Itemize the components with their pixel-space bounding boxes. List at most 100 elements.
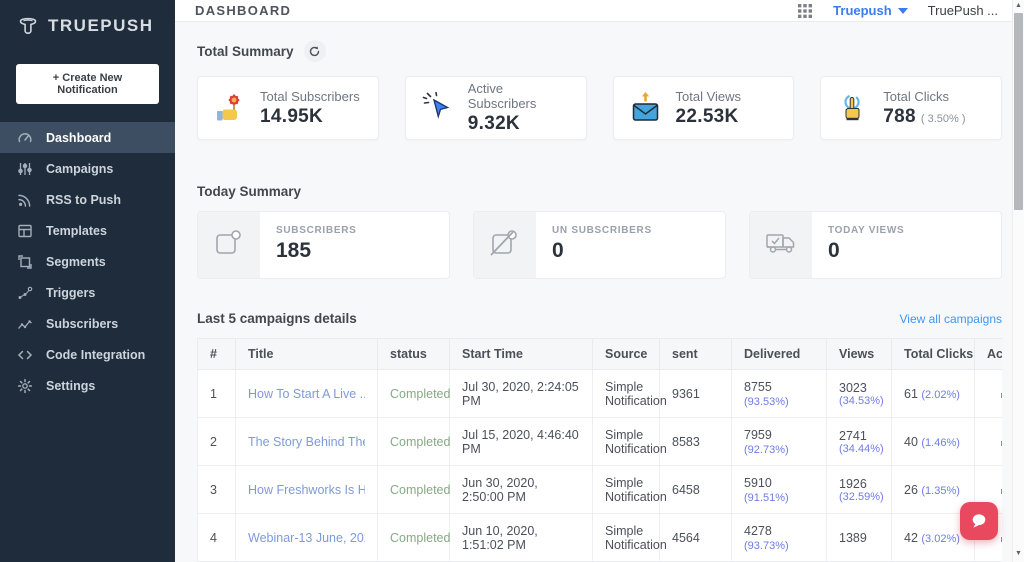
cell-num: 1	[197, 369, 236, 418]
campaign-title-link[interactable]: Webinar-13 June, 202...	[248, 531, 365, 545]
logo: TRUEPUSH	[0, 0, 175, 48]
hand-tap-icon	[837, 92, 869, 124]
subscribers-icon	[17, 316, 33, 332]
unsubscriber-box-icon	[488, 228, 522, 263]
cell-status: Completed	[377, 417, 450, 466]
sliders-icon	[17, 161, 33, 177]
cell-views: 1389	[826, 513, 892, 562]
sidebar-item-templates[interactable]: Templates	[0, 215, 175, 246]
stat-label: Total Views	[675, 88, 742, 104]
cell-num: 3	[197, 465, 236, 514]
today-card-body: UN SUBSCRIBERS 0	[536, 212, 668, 278]
today-card-body: SUBSCRIBERS 185	[260, 212, 373, 278]
stat-value: 14.95K	[260, 105, 324, 127]
code-icon	[17, 347, 33, 363]
cell-title: The Story Behind The...	[235, 417, 378, 466]
cell-start-time: Jul 30, 2020, 2:24:05 PM	[449, 369, 593, 418]
cell-sent: 9361	[659, 369, 732, 418]
scroll-up-icon[interactable]: ▲	[1013, 0, 1024, 12]
table-row: 2 The Story Behind The... CompletedJul 15,…	[197, 417, 1002, 466]
cell-sent: 8583	[659, 417, 732, 466]
sidebar-item-rss-to-push[interactable]: RSS to Push	[0, 184, 175, 215]
view-all-campaigns-link[interactable]: View all campaigns	[900, 312, 1003, 326]
truepush-logo-icon	[16, 14, 40, 38]
column-header: Start Time	[449, 338, 593, 370]
sidebar-item-code-integration[interactable]: Code Integration	[0, 339, 175, 370]
cell-action	[974, 417, 1002, 466]
cell-clicks: 40 (1.46%)	[891, 417, 975, 466]
sidebar-item-subscribers[interactable]: Subscribers	[0, 308, 175, 339]
delivery-truck-icon	[764, 228, 798, 263]
stat-extra: ( 3.50% )	[920, 112, 966, 125]
scrollbar-thumb[interactable]	[1014, 13, 1023, 210]
cell-delivered: 7959 (92.73%)	[731, 417, 827, 466]
account-name[interactable]: TruePush ...	[928, 3, 998, 18]
campaign-title-link[interactable]: How Freshworks Is He...	[248, 483, 365, 497]
column-header: Source	[592, 338, 660, 370]
today-card: TODAY VIEWS 0	[749, 211, 1002, 279]
apps-grid-icon[interactable]	[797, 3, 813, 19]
sidebar-item-label: Subscribers	[46, 316, 119, 331]
delivered-pct: (92.73%)	[744, 443, 789, 456]
stat-value-row: 9.32K	[468, 113, 570, 135]
campaign-stats-icon[interactable]	[1001, 386, 1002, 398]
stat-value-row: 22.53K	[676, 106, 742, 128]
stat-value-row: 14.95K	[260, 106, 360, 128]
sidebar-item-triggers[interactable]: Triggers	[0, 277, 175, 308]
total-summary-cards: Total Subscribers 14.95K Active Subscriber…	[197, 76, 1002, 140]
column-header: status	[377, 338, 450, 370]
views-num: 1389	[839, 530, 867, 545]
cell-title: Webinar-13 June, 202...	[235, 513, 378, 562]
column-header: Total Clicks	[891, 338, 975, 370]
cell-start-time: Jun 10, 2020, 1:51:02 PM	[449, 513, 593, 562]
stat-label: Active Subscribers	[467, 81, 537, 111]
cursor-click-icon	[422, 91, 454, 124]
table-row: 4 Webinar-13 June, 202... CompletedJun 10,…	[197, 513, 1002, 562]
cell-start-time: Jul 15, 2020, 4:46:40 PM	[449, 417, 593, 466]
column-header: sent	[659, 338, 732, 370]
project-dropdown[interactable]: Truepush	[833, 3, 908, 18]
total-summary-title: Total Summary	[197, 43, 294, 59]
chat-widget-button[interactable]	[960, 502, 998, 540]
main-area: DASHBOARD Truepush TruePush ... Total Su…	[175, 0, 1024, 562]
sidebar-item-label: Dashboard	[46, 130, 112, 145]
stat-value: 788	[883, 105, 916, 127]
campaign-stats-icon[interactable]	[1001, 530, 1002, 542]
sidebar-item-dashboard[interactable]: Dashboard	[0, 122, 175, 153]
column-header: Delivered	[731, 338, 827, 370]
campaigns-table: # Title status Start Time Source sent Delivere…	[197, 338, 1002, 562]
chevron-down-icon	[897, 7, 908, 14]
today-value: 0	[828, 239, 840, 262]
campaign-stats-icon[interactable]	[1001, 434, 1002, 446]
delivered-pct: (91.51%)	[744, 491, 789, 504]
cell-source: Simple Notification	[592, 513, 667, 562]
views-pct: (34.53%)	[839, 394, 884, 407]
cell-title: How Freshworks Is He...	[235, 465, 378, 514]
cell-num: 4	[197, 513, 236, 562]
sidebar-item-segments[interactable]: Segments	[0, 246, 175, 277]
campaign-stats-icon[interactable]	[1001, 482, 1002, 494]
refresh-button[interactable]	[303, 40, 326, 62]
cell-start-time: Jun 30, 2020, 2:50:00 PM	[449, 465, 593, 514]
stat-value: 9.32K	[467, 113, 520, 134]
subscriber-box-icon	[212, 228, 246, 263]
sidebar-item-campaigns[interactable]: Campaigns	[0, 153, 175, 184]
today-summary-title: Today Summary	[197, 184, 302, 199]
campaign-title-link[interactable]: How To Start A Live ...	[248, 387, 365, 401]
topbar: DASHBOARD Truepush TruePush ...	[175, 0, 1024, 22]
sidebar: TRUEPUSH + Create New Notification Dashb…	[0, 0, 175, 562]
today-icon-panel	[198, 212, 260, 278]
scroll-down-icon[interactable]: ▼	[1013, 548, 1024, 560]
column-header: #	[197, 338, 236, 370]
views-pct: (34.44%)	[839, 442, 884, 455]
table-header-row: # Title status Start Time Source sent Delivere…	[197, 338, 1002, 370]
sidebar-item-settings[interactable]: Settings	[0, 370, 175, 401]
cell-action	[974, 369, 1002, 418]
views-num: 2741	[839, 428, 867, 443]
cell-source: Simple Notification	[592, 369, 667, 418]
campaign-title-link[interactable]: The Story Behind The...	[248, 435, 365, 449]
scrollbar[interactable]: ▲ ▼	[1012, 0, 1024, 562]
create-notification-button[interactable]: + Create New Notification	[16, 64, 159, 104]
logo-text: TRUEPUSH	[48, 16, 154, 35]
cell-delivered: 8755 (93.53%)	[731, 369, 827, 418]
